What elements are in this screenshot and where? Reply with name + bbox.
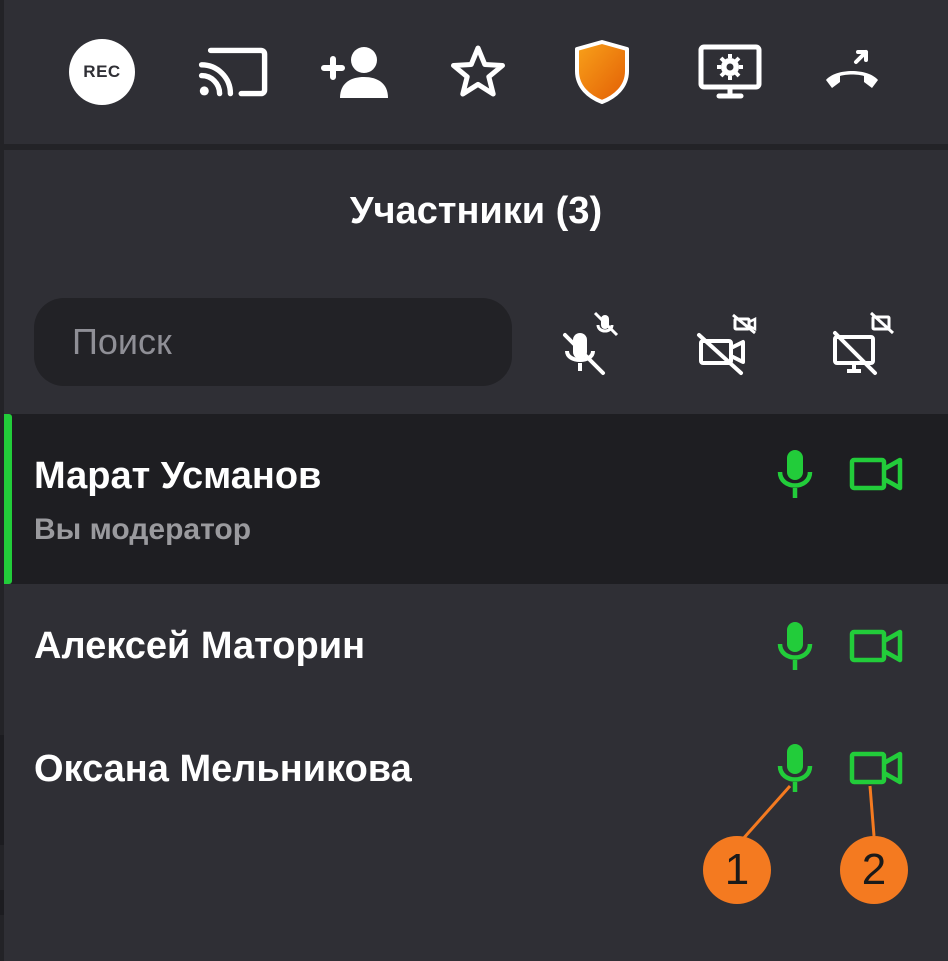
callout-leader-lines — [740, 785, 876, 841]
callout-marker-1: 1 — [703, 836, 771, 904]
callout-marker-2: 2 — [840, 836, 908, 904]
